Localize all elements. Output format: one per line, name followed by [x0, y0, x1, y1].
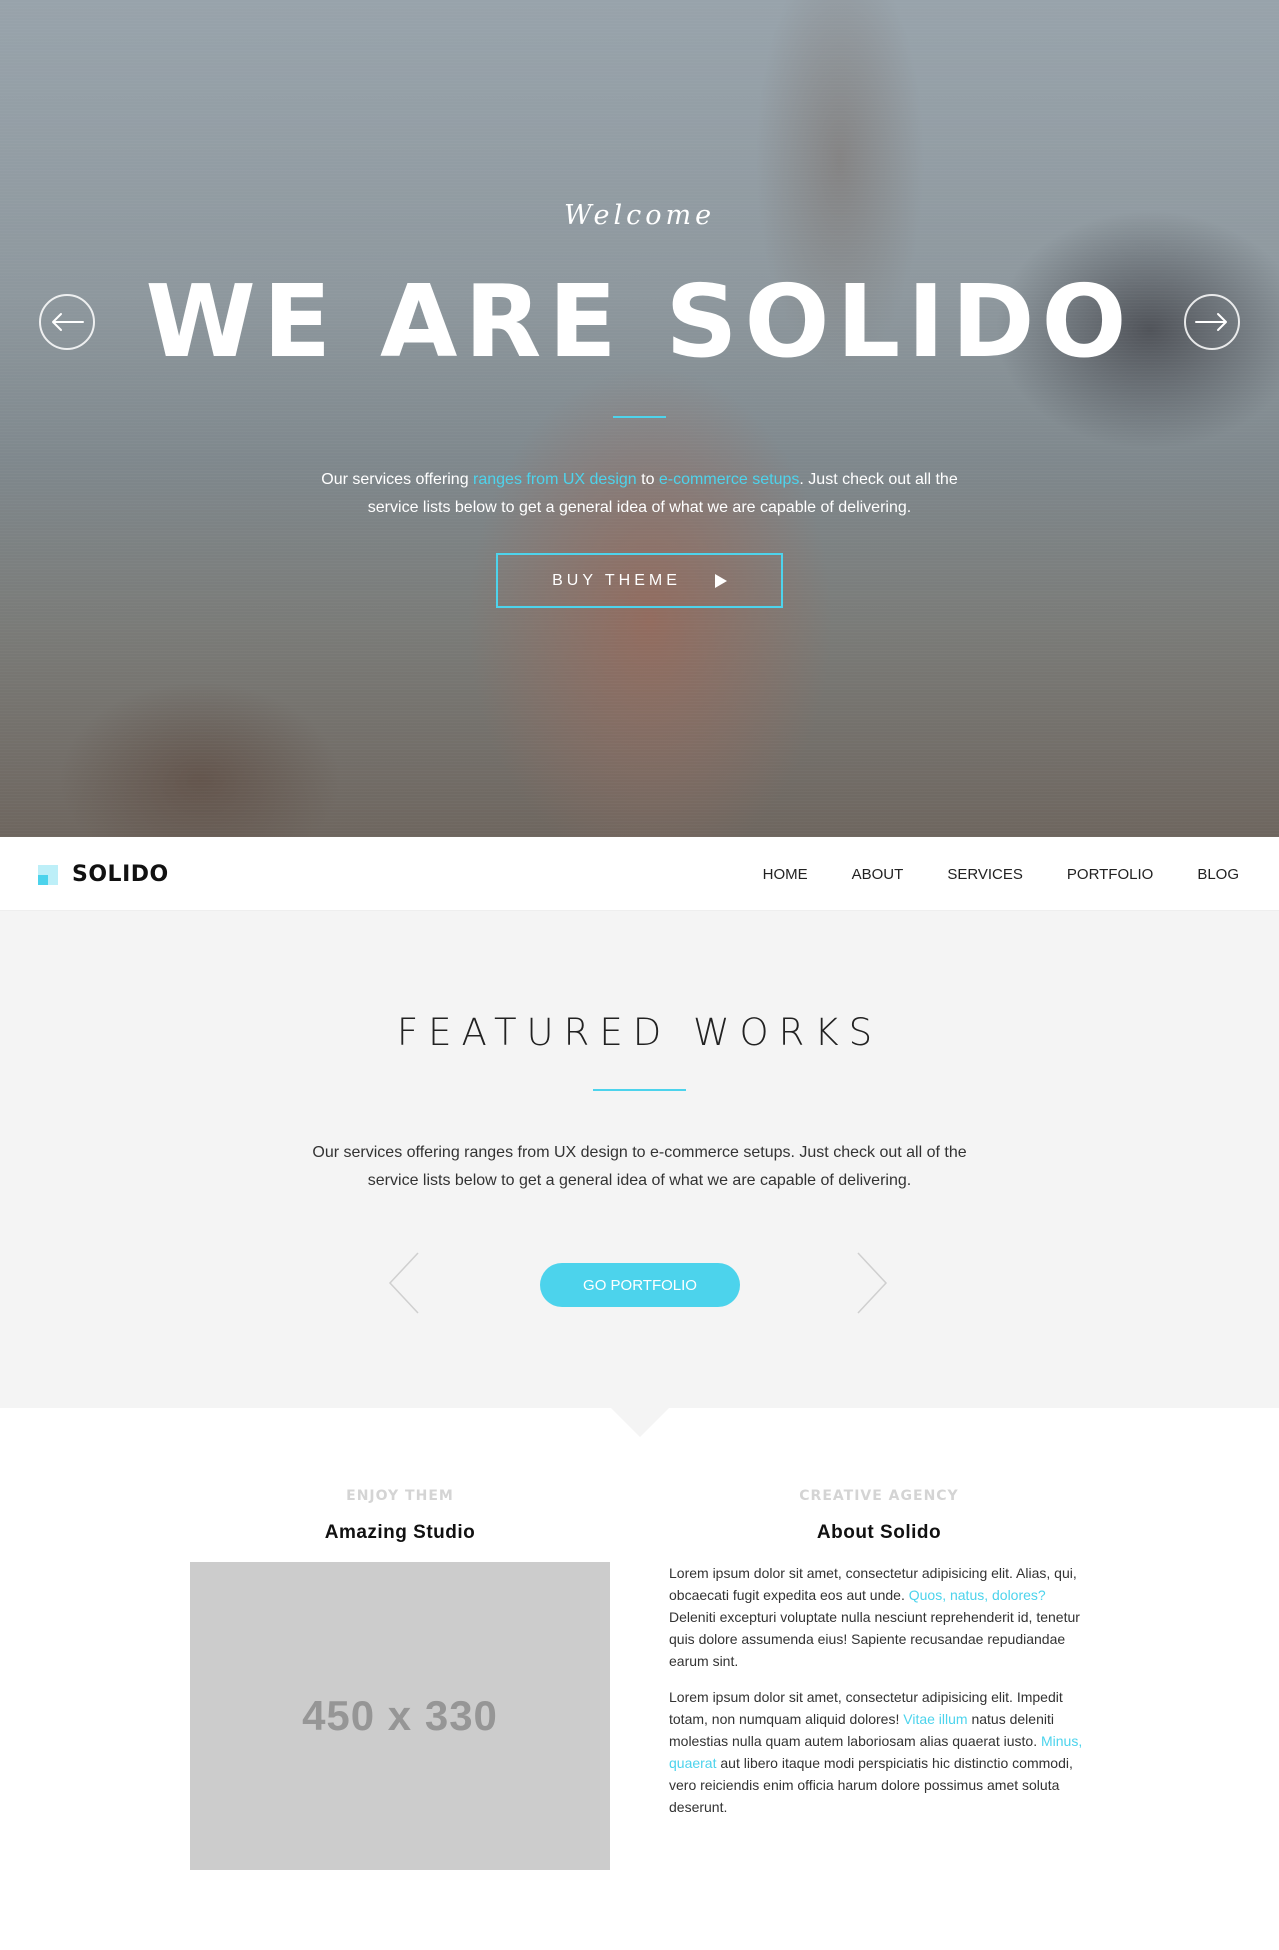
hero-link-ux-design[interactable]: ranges from UX design — [473, 471, 637, 488]
logo-mark-icon — [38, 864, 58, 885]
about-paragraph-2: Lorem ipsum dolor sit amet, consectetur … — [669, 1686, 1089, 1818]
main-nav: HOME ABOUT SERVICES PORTFOLIO BLOG — [763, 837, 1239, 911]
hero-description: Our services offering ranges from UX des… — [300, 466, 979, 522]
featured-next-button[interactable] — [854, 1251, 890, 1315]
about-column: CREATIVE AGENCY About Solido Lorem ipsum… — [669, 1408, 1089, 1818]
logo-text: SOLIDO — [72, 862, 169, 887]
chevron-left-icon — [388, 1252, 419, 1314]
hero-section: Welcome WE ARE SOLIDO Our services offer… — [0, 0, 1279, 837]
studio-title: Amazing Studio — [324, 1522, 476, 1543]
hero-title: WE ARE SOLIDO — [145, 263, 1134, 380]
hero-welcome: Welcome — [563, 200, 716, 231]
about-p1-link[interactable]: Quos, natus, dolores? — [909, 1587, 1046, 1603]
featured-prev-button[interactable] — [386, 1251, 422, 1315]
featured-description: Our services offering ranges from UX des… — [312, 1144, 967, 1189]
navbar: SOLIDO HOME ABOUT SERVICES PORTFOLIO BLO… — [0, 837, 1279, 911]
about-title: About Solido — [816, 1522, 942, 1543]
hero-prev-button[interactable] — [39, 294, 95, 350]
nav-item-blog[interactable]: BLOG — [1197, 866, 1239, 883]
studio-eyebrow: ENJOY THEM — [346, 1488, 454, 1504]
about-p2-link-1[interactable]: Vitae illum — [903, 1711, 967, 1727]
go-portfolio-button[interactable]: GO PORTFOLIO — [540, 1263, 740, 1307]
studio-image-placeholder: 450 x 330 — [190, 1562, 610, 1870]
studio-column: ENJOY THEM Amazing Studio 450 x 330 — [190, 1408, 610, 1870]
buy-theme-label: BUY THEME — [552, 571, 681, 589]
play-icon — [714, 573, 727, 588]
nav-item-home[interactable]: HOME — [763, 866, 808, 883]
arrow-right-circle-icon — [1195, 313, 1227, 331]
nav-item-portfolio[interactable]: PORTFOLIO — [1067, 866, 1153, 883]
hero-text-part2: to — [636, 471, 659, 488]
about-paragraph-1: Lorem ipsum dolor sit amet, consectetur … — [669, 1562, 1089, 1672]
hero-divider — [613, 416, 666, 418]
chevron-right-icon — [857, 1252, 888, 1314]
featured-works-section: FEATURED WORKS Our services offering ran… — [0, 911, 1279, 1408]
logo[interactable]: SOLIDO — [38, 862, 169, 887]
hero-text-part1: Our services offering — [321, 471, 474, 488]
featured-divider — [593, 1089, 686, 1091]
arrow-left-circle-icon — [52, 313, 84, 331]
about-p2-text-c: aut libero itaque modi perspiciatis hic … — [669, 1755, 1073, 1815]
hero-text-part3: . Just check out all the service lists b… — [367, 471, 958, 516]
section-notch — [611, 1408, 669, 1437]
nav-item-about[interactable]: ABOUT — [852, 866, 904, 883]
hero-link-ecommerce[interactable]: e-commerce setups — [659, 471, 800, 488]
about-eyebrow: CREATIVE AGENCY — [799, 1488, 959, 1504]
hero-next-button[interactable] — [1184, 294, 1240, 350]
about-p1-text-b: Deleniti excepturi voluptate nulla nesci… — [669, 1609, 1080, 1669]
featured-title: FEATURED WORKS — [396, 1011, 883, 1054]
nav-item-services[interactable]: SERVICES — [947, 866, 1023, 883]
buy-theme-button[interactable]: BUY THEME — [496, 553, 783, 608]
